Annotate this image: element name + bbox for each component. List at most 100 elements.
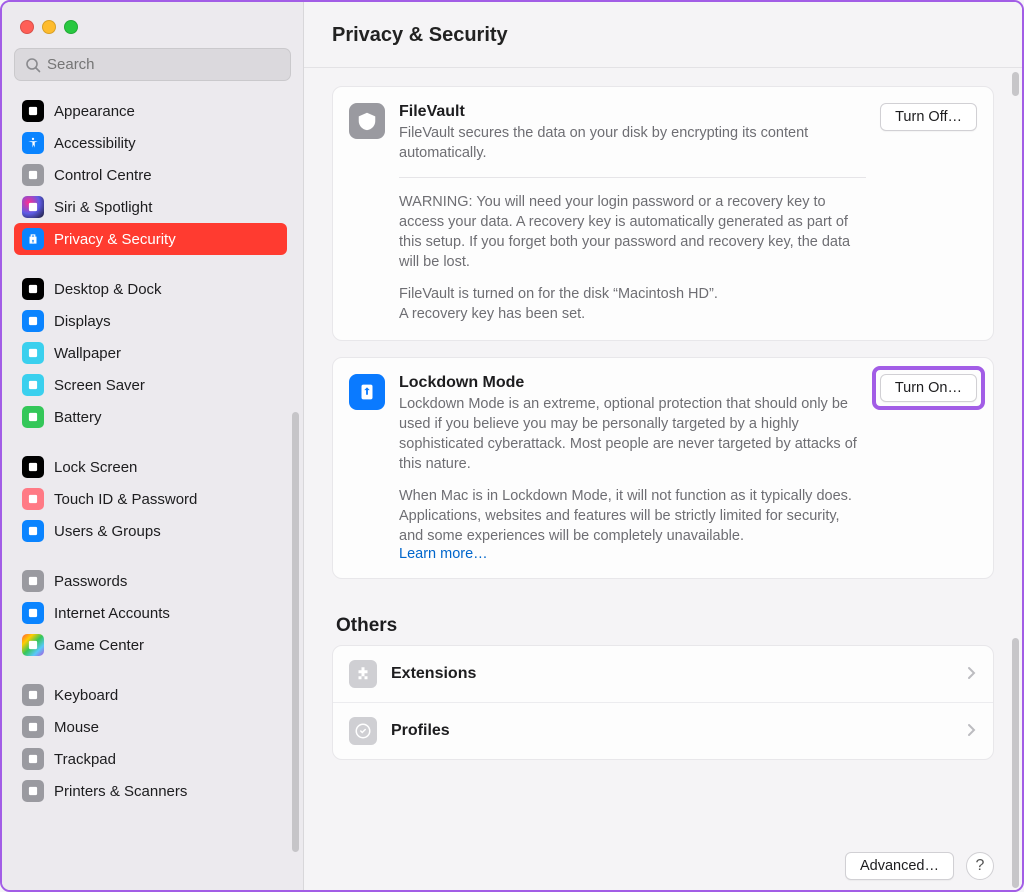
window-controls	[14, 14, 291, 48]
others-heading: Others	[336, 615, 994, 637]
privacy-icon	[22, 228, 44, 250]
main-panel: Privacy & Security FileVault FileVault s…	[304, 2, 1022, 890]
close-window-button[interactable]	[20, 20, 34, 34]
sidebar-item-label: Appearance	[54, 103, 135, 120]
main-scrollbar[interactable]	[1012, 72, 1019, 96]
sidebar-item-game-center[interactable]: Game Center	[14, 629, 287, 661]
sidebar-item-desktop-dock[interactable]: Desktop & Dock	[14, 273, 287, 305]
filevault-title: FileVault	[399, 103, 866, 121]
advanced-button[interactable]: Advanced…	[845, 852, 954, 880]
sidebar-item-label: Trackpad	[54, 751, 116, 768]
accessibility-icon	[22, 132, 44, 154]
lockdown-p1: Lockdown Mode is an extreme, optional pr…	[399, 394, 858, 474]
maximize-window-button[interactable]	[64, 20, 78, 34]
sidebar: Appearance Accessibility Control Centre Sir…	[2, 2, 304, 890]
filevault-warning: WARNING: You will need your login passwo…	[399, 192, 866, 272]
others-profiles-row[interactable]: Profiles	[333, 702, 993, 759]
trackpad-icon	[22, 748, 44, 770]
sidebar-item-label: Passwords	[54, 573, 127, 590]
filevault-card: FileVault FileVault secures the data on …	[332, 86, 994, 341]
dock-icon	[22, 278, 44, 300]
sidebar-item-touch-id-password[interactable]: Touch ID & Password	[14, 483, 287, 515]
sidebar-item-label: Privacy & Security	[54, 231, 176, 248]
sidebar-item-passwords[interactable]: Passwords	[14, 565, 287, 597]
sidebar-item-label: Control Centre	[54, 167, 152, 184]
sidebar-item-control-centre[interactable]: Control Centre	[14, 159, 287, 191]
sidebar-item-label: Users & Groups	[54, 523, 161, 540]
sidebar-item-label: Touch ID & Password	[54, 491, 197, 508]
sidebar-item-label: Desktop & Dock	[54, 281, 162, 298]
displays-icon	[22, 310, 44, 332]
others-item-label: Extensions	[391, 665, 953, 683]
sidebar-item-trackpad[interactable]: Trackpad	[14, 743, 287, 775]
sidebar-item-label: Wallpaper	[54, 345, 121, 362]
sidebar-item-label: Battery	[54, 409, 102, 426]
lock-screen-icon	[22, 456, 44, 478]
touchid-icon	[22, 488, 44, 510]
sidebar-item-label: Printers & Scanners	[54, 783, 187, 800]
lockdown-title: Lockdown Mode	[399, 374, 858, 392]
sidebar-item-battery[interactable]: Battery	[14, 401, 287, 433]
wallpaper-icon	[22, 342, 44, 364]
others-extensions-row[interactable]: Extensions	[333, 646, 993, 702]
lockdown-learn-more-link[interactable]: Learn more…	[399, 546, 488, 562]
chevron-right-icon	[967, 666, 977, 683]
lockdown-turn-on-button[interactable]: Turn On…	[880, 374, 977, 402]
footer-buttons: Advanced… ?	[304, 838, 1022, 890]
sidebar-item-accessibility[interactable]: Accessibility	[14, 127, 287, 159]
page-title: Privacy & Security	[332, 24, 994, 47]
sidebar-item-printers-scanners[interactable]: Printers & Scanners	[14, 775, 287, 807]
content-scroll[interactable]: FileVault FileVault secures the data on …	[304, 68, 1022, 838]
internet-icon	[22, 602, 44, 624]
search-icon	[25, 57, 41, 73]
sidebar-list[interactable]: Appearance Accessibility Control Centre Sir…	[14, 95, 291, 890]
passwords-icon	[22, 570, 44, 592]
sidebar-item-internet-accounts[interactable]: Internet Accounts	[14, 597, 287, 629]
sidebar-item-label: Internet Accounts	[54, 605, 170, 622]
profiles-icon	[349, 717, 377, 745]
sidebar-item-label: Accessibility	[54, 135, 136, 152]
main-scrollbar[interactable]	[1012, 638, 1019, 888]
battery-icon	[22, 406, 44, 428]
sidebar-item-users-groups[interactable]: Users & Groups	[14, 515, 287, 547]
users-icon	[22, 520, 44, 542]
screensaver-icon	[22, 374, 44, 396]
sidebar-item-siri-spotlight[interactable]: Siri & Spotlight	[14, 191, 287, 223]
sidebar-item-lock-screen[interactable]: Lock Screen	[14, 451, 287, 483]
lockdown-button-highlight: Turn On…	[872, 366, 985, 410]
control-centre-icon	[22, 164, 44, 186]
system-settings-window: Appearance Accessibility Control Centre Sir…	[0, 0, 1024, 892]
filevault-turn-off-button[interactable]: Turn Off…	[880, 103, 977, 131]
lockdown-p2: When Mac is in Lockdown Mode, it will no…	[399, 486, 858, 546]
gamecenter-icon	[22, 634, 44, 656]
sidebar-item-label: Mouse	[54, 719, 99, 736]
lockdown-icon	[349, 374, 385, 410]
printers-icon	[22, 780, 44, 802]
sidebar-item-privacy-security[interactable]: Privacy & Security	[14, 223, 287, 255]
sidebar-item-wallpaper[interactable]: Wallpaper	[14, 337, 287, 369]
sidebar-item-label: Game Center	[54, 637, 144, 654]
filevault-icon	[349, 103, 385, 139]
extensions-icon	[349, 660, 377, 688]
sidebar-item-label: Keyboard	[54, 687, 118, 704]
minimize-window-button[interactable]	[42, 20, 56, 34]
mouse-icon	[22, 716, 44, 738]
sidebar-item-label: Screen Saver	[54, 377, 145, 394]
sidebar-item-mouse[interactable]: Mouse	[14, 711, 287, 743]
others-list: Extensions Profiles	[332, 645, 994, 760]
search-input[interactable]	[47, 56, 280, 73]
sidebar-item-screen-saver[interactable]: Screen Saver	[14, 369, 287, 401]
sidebar-item-displays[interactable]: Displays	[14, 305, 287, 337]
sidebar-item-label: Lock Screen	[54, 459, 137, 476]
keyboard-icon	[22, 684, 44, 706]
others-item-label: Profiles	[391, 722, 953, 740]
sidebar-scrollbar[interactable]	[292, 412, 299, 852]
siri-icon	[22, 196, 44, 218]
sidebar-item-keyboard[interactable]: Keyboard	[14, 679, 287, 711]
search-field[interactable]	[14, 48, 291, 81]
lockdown-card: Lockdown Mode Lockdown Mode is an extrem…	[332, 357, 994, 579]
help-button[interactable]: ?	[966, 852, 994, 880]
sidebar-item-label: Displays	[54, 313, 111, 330]
sidebar-item-appearance[interactable]: Appearance	[14, 95, 287, 127]
titlebar: Privacy & Security	[304, 2, 1022, 68]
